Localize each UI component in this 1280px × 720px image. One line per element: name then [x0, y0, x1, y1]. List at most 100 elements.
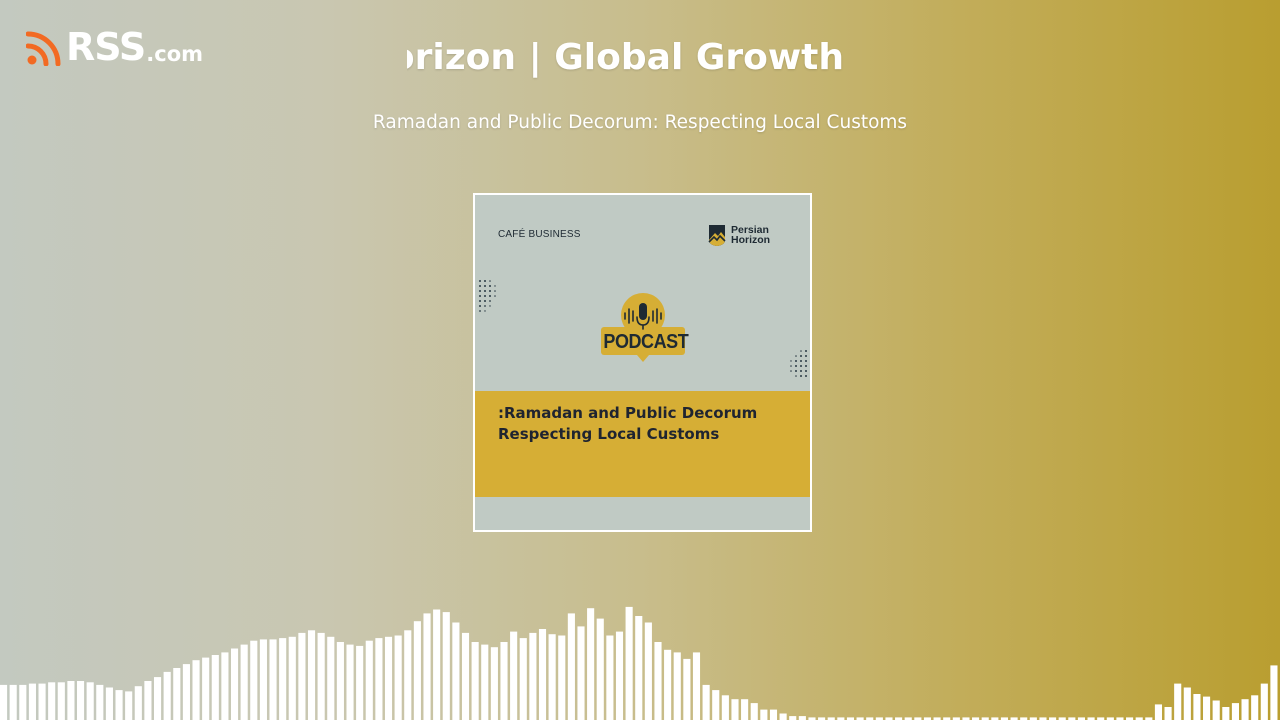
- brand-name: RSS: [66, 25, 146, 69]
- waveform-bar: [211, 655, 219, 720]
- waveform-bar: [683, 658, 691, 720]
- waveform-bar: [327, 636, 335, 720]
- waveform-bar: [452, 622, 460, 720]
- waveform-bar: [404, 630, 412, 720]
- waveform-bar: [365, 640, 373, 720]
- waveform-bar: [1231, 703, 1239, 720]
- waveform-bar: [1212, 700, 1220, 720]
- waveform-bar: [317, 632, 325, 720]
- halftone-dots-decoration: [479, 280, 496, 312]
- waveform-bar: [1183, 687, 1191, 720]
- waveform-bar: [442, 612, 450, 720]
- waveform-bar: [384, 636, 393, 720]
- cover-headline-line2: Respecting Local Customs: [498, 425, 720, 443]
- waveform-bar: [471, 642, 479, 720]
- waveform-bar: [500, 642, 508, 720]
- waveform-bar: [163, 671, 171, 720]
- waveform-bar: [567, 613, 575, 720]
- waveform-bar: [712, 690, 720, 720]
- waveform-bar: [721, 695, 729, 720]
- audio-waveform: [0, 606, 1278, 720]
- waveform-bar: [529, 632, 537, 720]
- waveform-bar: [105, 687, 113, 720]
- waveform-bar: [9, 684, 17, 720]
- waveform-bar: [202, 657, 210, 720]
- waveform-bar: [173, 668, 181, 720]
- waveform-bar: [433, 609, 441, 720]
- waveform-bar: [750, 703, 758, 720]
- waveform-bar: [259, 639, 267, 720]
- rss-com-logo[interactable]: RSS .com: [26, 26, 203, 66]
- waveform-bar: [644, 622, 652, 720]
- waveform-bar: [48, 682, 56, 720]
- waveform-bar: [1154, 704, 1163, 720]
- waveform-bar: [1241, 699, 1249, 720]
- waveform-bar: [692, 652, 701, 720]
- cover-headline-band: :Ramadan and Public Decorum Respecting L…: [475, 391, 810, 497]
- waveform-bar: [307, 630, 316, 720]
- waveform-bar: [548, 634, 556, 720]
- waveform-bar: [1260, 683, 1268, 720]
- waveform-bar: [461, 632, 470, 720]
- waveform-bar: [250, 640, 258, 720]
- waveform-bar: [606, 635, 614, 720]
- mountain-shield-icon: [708, 225, 726, 246]
- waveform-bar: [336, 642, 344, 720]
- waveform-bar: [741, 699, 749, 720]
- waveform-bar: [221, 652, 229, 720]
- waveform-bar: [1270, 665, 1278, 720]
- waveform-bar: [664, 649, 672, 720]
- waveform-bar: [288, 636, 296, 720]
- waveform-bar: [519, 638, 527, 720]
- waveform-bar: [192, 660, 200, 720]
- waveform-bar: [19, 684, 27, 720]
- brand-suffix: .com: [146, 42, 204, 66]
- cover-headline-line1: :Ramadan and Public Decorum: [498, 404, 758, 422]
- waveform-bar: [230, 648, 239, 720]
- waveform-bar: [769, 709, 778, 720]
- waveform-bar: [153, 677, 162, 720]
- waveform-bar: [731, 699, 739, 720]
- waveform-bar: [38, 683, 46, 720]
- waveform-bar: [654, 642, 662, 720]
- waveform-bar: [356, 645, 364, 720]
- waveform-bar: [577, 626, 585, 720]
- waveform-bar: [596, 618, 604, 720]
- waveform-bar: [789, 716, 797, 720]
- waveform-bar: [134, 686, 142, 720]
- waveform-bar: [125, 691, 133, 720]
- waveform-bar: [182, 664, 190, 720]
- show-title-marquee: Persian Horizon | Global Growth: [407, 34, 874, 84]
- waveform-bar: [67, 681, 75, 720]
- episode-cover-art: CAFÉ BUSINESS Persian Horizon PODCAST:R…: [473, 193, 812, 532]
- cover-brand-line2: Horizon: [731, 234, 771, 246]
- waveform-bar: [490, 647, 498, 720]
- waveform-bar: [1164, 707, 1172, 720]
- waveform-bar: [702, 684, 710, 720]
- waveform-bar: [587, 608, 595, 720]
- waveform-bar: [394, 635, 402, 720]
- halftone-dots-decoration-right: [790, 350, 807, 377]
- waveform-bar: [279, 638, 287, 720]
- waveform-bar: [269, 639, 277, 720]
- show-title: Persian Horizon | Global Growth: [407, 37, 844, 78]
- waveform-bar: [625, 606, 633, 720]
- waveform-bar: [423, 613, 431, 720]
- waveform-bar: [779, 713, 787, 720]
- episode-title: Ramadan and Public Decorum: Respecting L…: [372, 112, 908, 133]
- waveform-bar: [1251, 695, 1259, 720]
- waveform-bar: [86, 682, 94, 720]
- waveform-bar: [413, 621, 421, 720]
- waveform-bar: [298, 632, 306, 720]
- waveform-bar: [375, 638, 383, 720]
- waveform-bar: [115, 690, 123, 720]
- waveform-bar: [240, 644, 248, 720]
- podcast-label: PODCAST: [603, 331, 689, 353]
- waveform-bar: [0, 684, 8, 720]
- waveform-bar: [538, 629, 547, 720]
- waveform-bar: [346, 644, 354, 720]
- waveform-bar: [28, 683, 36, 720]
- waveform-bar: [798, 716, 806, 720]
- waveform-bar: [760, 709, 768, 720]
- persian-horizon-logo: Persian Horizon: [707, 223, 770, 247]
